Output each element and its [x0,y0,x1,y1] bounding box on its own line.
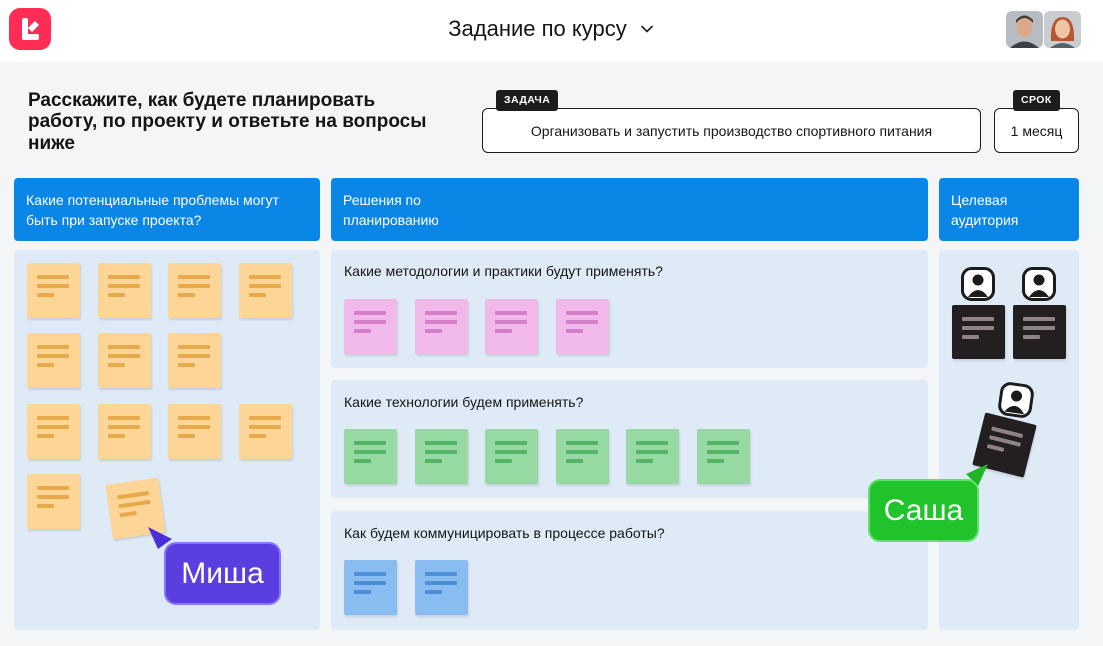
person-icon [961,267,995,301]
avatar-female[interactable] [1044,11,1081,48]
sticky-note[interactable] [697,429,750,484]
methodologies-question: Какие методологии и практики будут приме… [344,263,663,279]
technologies-question: Какие технологии будем применять? [344,394,584,410]
cursor-label-sasha: Саша [868,479,979,542]
top-bar: Задание по курсу [0,0,1103,62]
sticky-note[interactable] [485,429,538,484]
persona-card[interactable] [1013,305,1066,359]
problems-header-text: Какие потенциальные проблемы могут быть … [26,192,279,228]
sticky-note[interactable] [344,429,397,484]
audience-column-header: Целевая аудитория [939,178,1079,241]
sticky-note[interactable] [239,404,292,459]
board-title-selector[interactable]: Задание по курсу [0,0,1103,58]
sticky-note[interactable] [98,333,151,388]
deadline-field[interactable]: 1 месяц [994,108,1079,153]
sticky-note[interactable] [27,263,80,318]
task-tag: ЗАДАЧА [496,90,559,111]
avatar-male[interactable] [1006,11,1043,48]
person-icon [998,382,1034,418]
task-value: Организовать и запустить производство сп… [530,122,933,139]
solutions-column-header: Решения по планированию [331,178,928,241]
sticky-note[interactable] [168,263,221,318]
task-field[interactable]: Организовать и запустить производство сп… [482,108,981,153]
sticky-note[interactable] [344,560,397,615]
deadline-tag: СРОК [1013,90,1060,111]
cursor-label-misha: Миша [164,542,281,605]
sticky-note[interactable] [168,333,221,388]
chevron-down-icon [640,25,653,33]
problems-column-header: Какие потенциальные проблемы могут быть … [14,178,320,241]
person-icon [1022,267,1056,301]
sticky-note[interactable] [485,299,538,354]
sticky-note[interactable] [415,299,468,354]
sticky-note[interactable] [626,429,679,484]
sticky-note[interactable] [27,333,80,388]
sticky-note[interactable] [98,404,151,459]
assignment-prompt: Расскажите, как будете планировать работ… [28,90,427,154]
sticky-note[interactable] [556,429,609,484]
board-title: Задание по курсу [448,16,627,41]
sticky-note[interactable] [415,560,468,615]
sticky-note[interactable] [27,404,80,459]
sticky-note[interactable] [98,263,151,318]
sticky-note[interactable] [27,474,80,529]
deadline-value: 1 месяц [1010,122,1063,139]
sticky-note[interactable] [239,263,292,318]
sticky-note[interactable] [344,299,397,354]
sticky-note[interactable] [415,429,468,484]
sticky-note[interactable] [556,299,609,354]
communication-question: Как будем коммуницировать в процессе раб… [344,525,665,541]
solutions-header-text: Решения по планированию [343,192,439,228]
sticky-note[interactable] [168,404,221,459]
persona-card[interactable] [952,305,1005,359]
audience-header-text: Целевая аудитория [951,192,1019,228]
